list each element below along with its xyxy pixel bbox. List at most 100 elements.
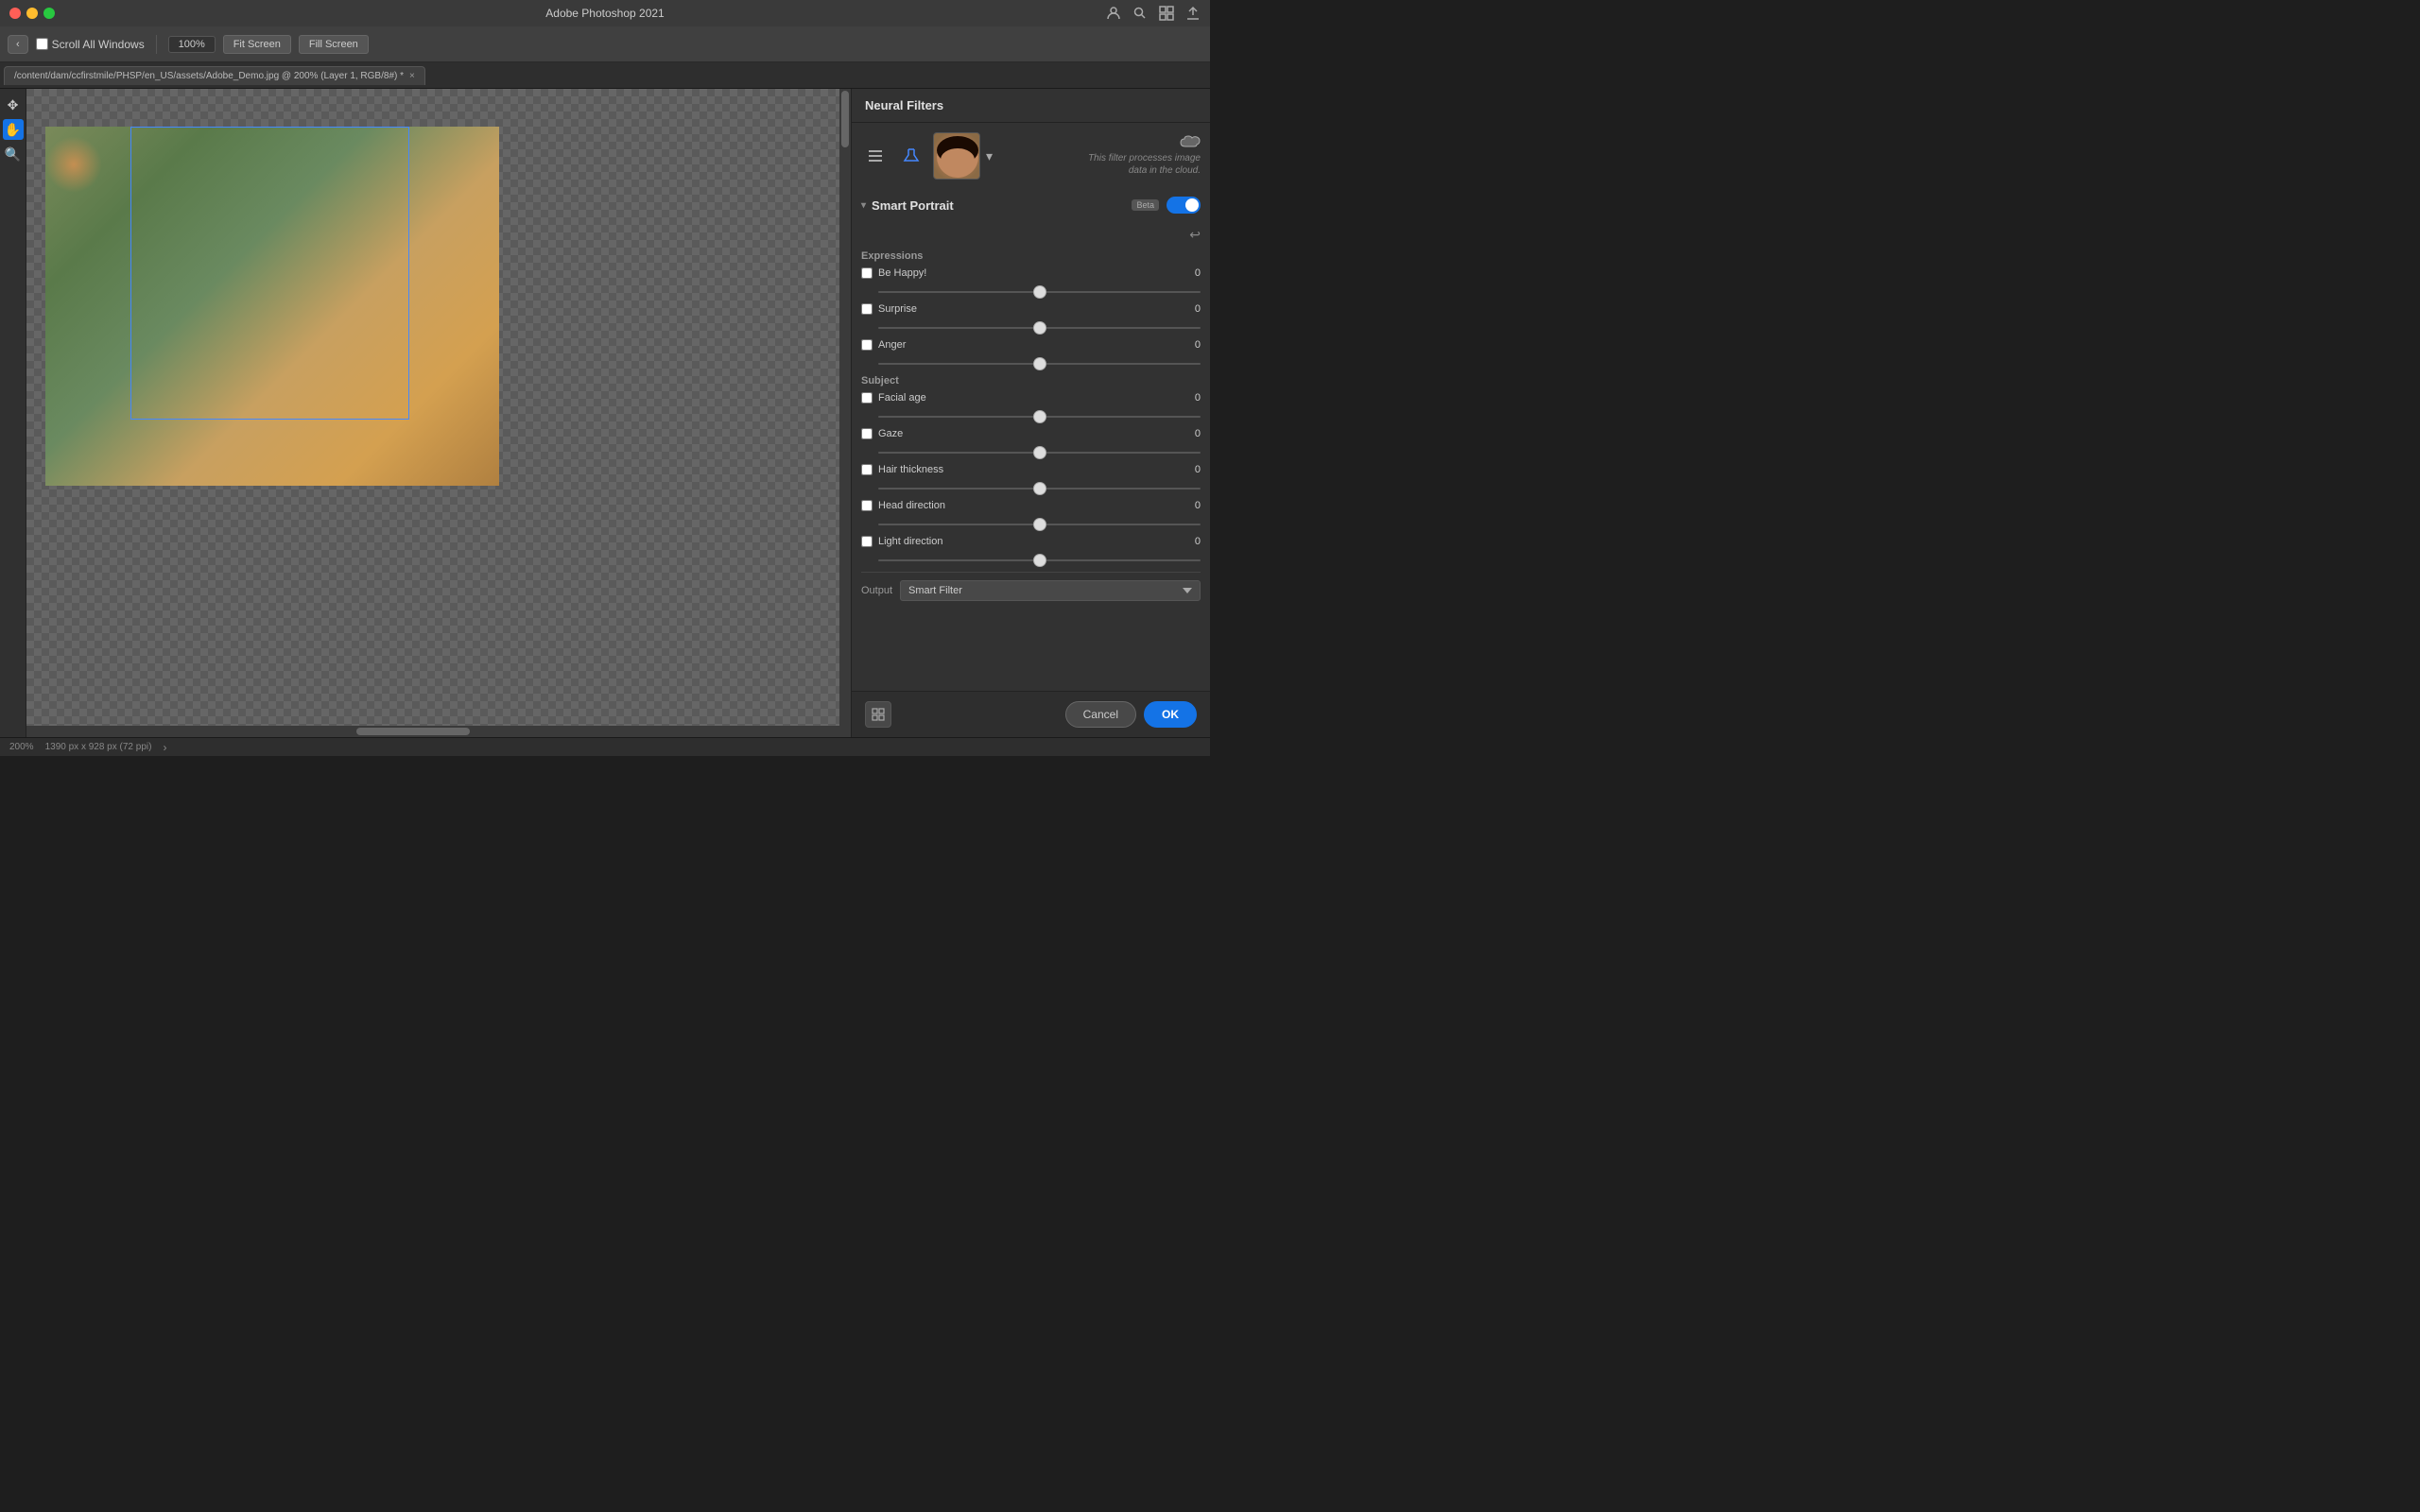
head-direction-header: Head direction 0 bbox=[861, 500, 1201, 511]
surprise-header: Surprise 0 bbox=[861, 303, 1201, 315]
anger-slider[interactable] bbox=[878, 363, 1201, 365]
fit-screen-button[interactable]: Fit Screen bbox=[223, 35, 291, 54]
filter-preview-image bbox=[933, 132, 980, 180]
horizontal-scrollbar[interactable] bbox=[26, 726, 851, 737]
bokeh-blob bbox=[45, 136, 102, 193]
filter-preview-chevron-button[interactable]: ▾ bbox=[986, 148, 993, 164]
be-happy-control: Be Happy! 0 bbox=[861, 267, 1201, 296]
anger-slider-row bbox=[861, 354, 1201, 368]
tab-label: /content/dam/ccfirstmile/PHSP/en_US/asse… bbox=[14, 71, 404, 81]
light-direction-left: Light direction bbox=[861, 536, 943, 547]
zoom-input[interactable] bbox=[168, 36, 216, 53]
account-icon[interactable] bbox=[1106, 6, 1121, 21]
scroll-all-windows-label[interactable]: Scroll All Windows bbox=[52, 38, 145, 51]
smart-portrait-section-header[interactable]: ▾ Smart Portrait Beta bbox=[861, 191, 1201, 219]
statusbar: 200% 1390 px x 928 px (72 ppi) › bbox=[0, 737, 1210, 756]
search-icon[interactable] bbox=[1132, 6, 1148, 21]
smart-portrait-toggle[interactable] bbox=[1167, 197, 1201, 214]
vertical-scrollbar[interactable] bbox=[839, 89, 851, 726]
gaze-checkbox[interactable] bbox=[861, 428, 873, 439]
status-arrow-right[interactable]: › bbox=[163, 741, 166, 754]
head-direction-left: Head direction bbox=[861, 500, 945, 511]
filter-top-row: ▾ This filter processes image data in th… bbox=[861, 132, 1201, 180]
share-icon[interactable] bbox=[1185, 6, 1201, 21]
anger-checkbox[interactable] bbox=[861, 339, 873, 351]
minimize-button[interactable] bbox=[26, 8, 38, 19]
anger-value: 0 bbox=[1185, 339, 1201, 351]
gaze-control: Gaze 0 bbox=[861, 428, 1201, 456]
layout-icon[interactable] bbox=[1159, 6, 1174, 21]
be-happy-checkbox[interactable] bbox=[861, 267, 873, 279]
output-label: Output bbox=[861, 585, 892, 596]
head-direction-slider[interactable] bbox=[878, 524, 1201, 525]
gaze-value: 0 bbox=[1185, 428, 1201, 439]
light-direction-checkbox[interactable] bbox=[861, 536, 873, 547]
neural-filters-footer: Cancel OK bbox=[852, 691, 1210, 737]
move-tool-button[interactable]: ✥ bbox=[3, 94, 24, 115]
hand-icon: ✋ bbox=[5, 122, 21, 138]
neural-filters-header: Neural Filters bbox=[852, 89, 1210, 123]
facial-age-control: Facial age 0 bbox=[861, 392, 1201, 421]
cloud-description: This filter processes image data in the … bbox=[1068, 152, 1201, 177]
anger-label: Anger bbox=[878, 339, 906, 351]
beta-badge: Beta bbox=[1132, 199, 1159, 211]
hair-thickness-value: 0 bbox=[1185, 464, 1201, 475]
output-select[interactable]: Smart Filter New Layer Duplicate Layer C… bbox=[900, 580, 1201, 601]
light-direction-slider-row bbox=[861, 551, 1201, 564]
facial-age-header: Facial age 0 bbox=[861, 392, 1201, 404]
be-happy-slider[interactable] bbox=[878, 291, 1201, 293]
ok-button[interactable]: OK bbox=[1144, 701, 1197, 728]
footer-history-button[interactable] bbox=[865, 701, 891, 728]
anger-header: Anger 0 bbox=[861, 339, 1201, 351]
scroll-all-windows-checkbox[interactable] bbox=[36, 38, 48, 50]
document-tab[interactable]: /content/dam/ccfirstmile/PHSP/en_US/asse… bbox=[4, 66, 425, 85]
neural-filters-panel: Neural Filters ▾ This fil bbox=[851, 89, 1210, 737]
footer-action-buttons: Cancel OK bbox=[1065, 701, 1197, 728]
h-scroll-thumb[interactable] bbox=[356, 728, 470, 735]
main-layout: ✥ ✋ 🔍 bbox=[0, 89, 1210, 737]
zoom-level: 200% bbox=[9, 742, 34, 752]
neural-filters-body[interactable]: ▾ This filter processes image data in th… bbox=[852, 123, 1210, 691]
facial-age-checkbox[interactable] bbox=[861, 392, 873, 404]
filter-flask-icon-button[interactable] bbox=[897, 142, 925, 170]
footer-left-buttons bbox=[865, 701, 891, 728]
hair-thickness-checkbox[interactable] bbox=[861, 464, 873, 475]
gaze-slider[interactable] bbox=[878, 452, 1201, 454]
toolbar-divider-1 bbox=[156, 35, 157, 54]
filter-list-icon-button[interactable] bbox=[861, 142, 890, 170]
toolbar: ‹ Scroll All Windows Fit Screen Fill Scr… bbox=[0, 26, 1210, 62]
back-button[interactable]: ‹ bbox=[8, 35, 28, 54]
surprise-slider[interactable] bbox=[878, 327, 1201, 329]
canvas-area[interactable] bbox=[26, 89, 851, 737]
tab-close-button[interactable]: × bbox=[409, 71, 415, 81]
move-icon: ✥ bbox=[8, 97, 19, 113]
head-direction-checkbox[interactable] bbox=[861, 500, 873, 511]
zoom-tool-button[interactable]: 🔍 bbox=[3, 144, 24, 164]
head-direction-control: Head direction 0 bbox=[861, 500, 1201, 528]
back-icon: ‹ bbox=[16, 39, 20, 50]
smart-portrait-controls: Beta bbox=[1132, 197, 1201, 214]
close-button[interactable] bbox=[9, 8, 21, 19]
facial-age-slider[interactable] bbox=[878, 416, 1201, 418]
reset-button[interactable]: ↩ bbox=[1189, 227, 1201, 243]
hand-tool-button[interactable]: ✋ bbox=[3, 119, 24, 140]
be-happy-header: Be Happy! 0 bbox=[861, 267, 1201, 279]
light-direction-slider[interactable] bbox=[878, 559, 1201, 561]
maximize-button[interactable] bbox=[43, 8, 55, 19]
hair-thickness-slider[interactable] bbox=[878, 488, 1201, 490]
surprise-label: Surprise bbox=[878, 303, 917, 315]
fill-screen-button[interactable]: Fill Screen bbox=[299, 35, 369, 54]
facial-age-left: Facial age bbox=[861, 392, 926, 404]
be-happy-label: Be Happy! bbox=[878, 267, 926, 279]
portrait bbox=[45, 127, 499, 486]
facial-age-value: 0 bbox=[1185, 392, 1201, 404]
surprise-control: Surprise 0 bbox=[861, 303, 1201, 332]
surprise-checkbox[interactable] bbox=[861, 303, 873, 315]
cancel-button[interactable]: Cancel bbox=[1065, 701, 1136, 728]
output-row: Output Smart Filter New Layer Duplicate … bbox=[861, 572, 1201, 609]
be-happy-value: 0 bbox=[1185, 267, 1201, 279]
v-scroll-thumb[interactable] bbox=[841, 91, 849, 147]
expressions-group-label: Expressions bbox=[861, 250, 1201, 262]
tabbar: /content/dam/ccfirstmile/PHSP/en_US/asse… bbox=[0, 62, 1210, 89]
canvas-image[interactable] bbox=[45, 127, 499, 486]
